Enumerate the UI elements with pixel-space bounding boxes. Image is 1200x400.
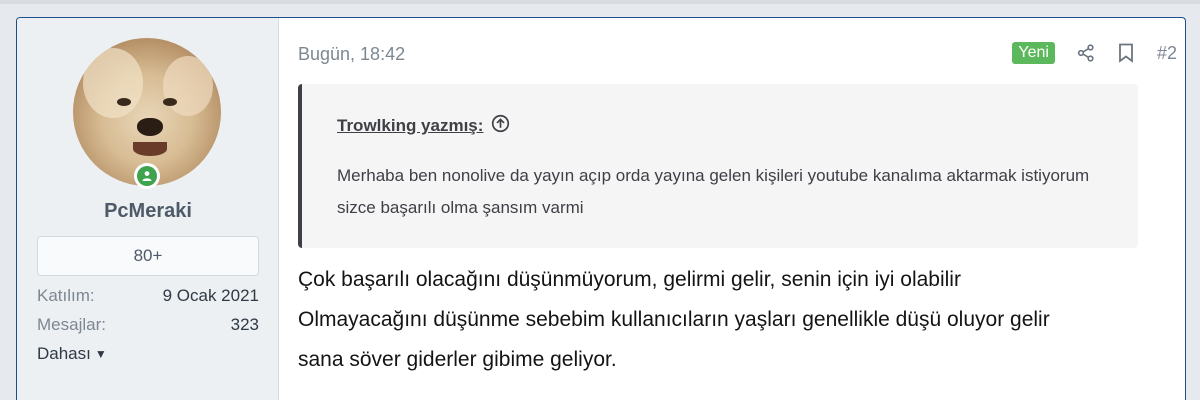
more-label: Dahası	[37, 344, 91, 363]
caret-down-icon: ▼	[94, 347, 107, 361]
message-line: Çok başarılı olacağını düşünmüyorum, gel…	[298, 268, 961, 291]
stat-label: Mesajlar:	[37, 315, 106, 334]
stat-label: Katılım:	[37, 286, 95, 305]
more-toggle[interactable]: Dahası ▼	[37, 344, 107, 364]
quote-text: Merhaba ben nonolive da yayın açıp orda …	[337, 166, 1090, 217]
post-number-link[interactable]: #2	[1157, 43, 1177, 64]
post-timestamp[interactable]: Bugün, 18:42	[298, 44, 405, 65]
username-link[interactable]: PcMeraki	[17, 200, 279, 223]
new-badge: Yeni	[1012, 42, 1055, 64]
share-icon[interactable]	[1077, 43, 1095, 63]
page-top-strip	[0, 0, 1200, 4]
stat-messages: Mesajlar: 323	[37, 315, 259, 335]
user-banner: 80+	[37, 236, 259, 276]
jump-to-quote-icon[interactable]	[491, 114, 510, 138]
post-main: Bugün, 18:42 Yeni #2 Trowlking yazmış: M…	[279, 18, 1185, 400]
stat-value[interactable]: 323	[231, 315, 259, 335]
stat-value: 9 Ocak 2021	[162, 286, 259, 305]
message-line: sana söver giderler gibime geliyor.	[298, 348, 617, 371]
user-sidebar: PcMeraki 80+ Katılım: 9 Ocak 2021 Mesajl…	[17, 18, 279, 400]
message-line: Olmayacağını düşünme sebebim kullanıcıla…	[298, 308, 1050, 331]
quote-author-link[interactable]: Trowlking yazmış:	[337, 116, 483, 136]
post-message: Çok başarılı olacağını düşünmüyorum, gel…	[298, 260, 1178, 380]
avatar-container	[73, 38, 221, 189]
post-actions: Yeni #2	[1012, 42, 1177, 64]
quote-block: Trowlking yazmış: Merhaba ben nonolive d…	[298, 84, 1138, 248]
stat-joined: Katılım: 9 Ocak 2021	[37, 286, 259, 306]
quote-header: Trowlking yazmış:	[337, 114, 510, 138]
forum-post: PcMeraki 80+ Katılım: 9 Ocak 2021 Mesajl…	[16, 17, 1186, 400]
online-status-icon	[134, 163, 160, 189]
bookmark-icon[interactable]	[1117, 43, 1135, 63]
